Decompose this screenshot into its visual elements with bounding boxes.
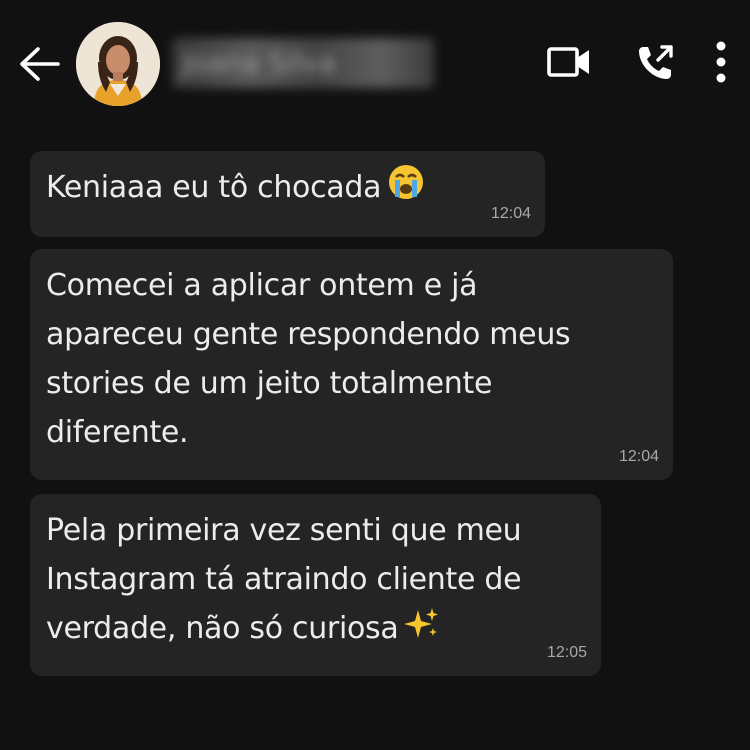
message-text: Comecei a aplicar ontem e já apareceu ge… xyxy=(46,268,571,450)
contact-avatar[interactable] xyxy=(76,22,160,106)
message-text: Keniaaa eu tô chocada xyxy=(46,163,425,212)
more-options-button[interactable] xyxy=(708,40,734,84)
message-bubble[interactable]: Comecei a aplicar ontem e já apareceu ge… xyxy=(30,249,673,480)
message-text-content: Keniaaa eu tô chocada xyxy=(46,170,382,205)
phone-call-icon xyxy=(639,45,673,79)
video-camera-icon xyxy=(547,47,589,77)
sparkles-emoji xyxy=(404,608,439,638)
message-timestamp: 12:04 xyxy=(490,205,531,222)
loudly-crying-face-emoji xyxy=(389,165,424,199)
arrow-left-icon xyxy=(20,47,60,81)
message-bubble[interactable]: Pela primeira vez senti que meu Instagra… xyxy=(30,494,601,676)
message-timestamp: 12:05 xyxy=(546,644,587,661)
video-call-button[interactable] xyxy=(546,42,592,82)
message-text: Pela primeira vez senti que meu Instagra… xyxy=(46,506,522,653)
message-timestamp: 12:04 xyxy=(618,448,659,465)
message-text-content: Pela primeira vez senti que meu Instagra… xyxy=(46,513,522,646)
chat-header: Joana Silva xyxy=(0,0,750,130)
message-bubble[interactable]: Keniaaa eu tô chocada 12:04 xyxy=(30,151,545,237)
contact-name[interactable]: Joana Silva xyxy=(172,38,434,88)
back-button[interactable] xyxy=(18,44,62,84)
voice-call-button[interactable] xyxy=(636,42,676,82)
avatar-photo xyxy=(76,22,160,106)
more-vertical-icon xyxy=(716,41,726,83)
